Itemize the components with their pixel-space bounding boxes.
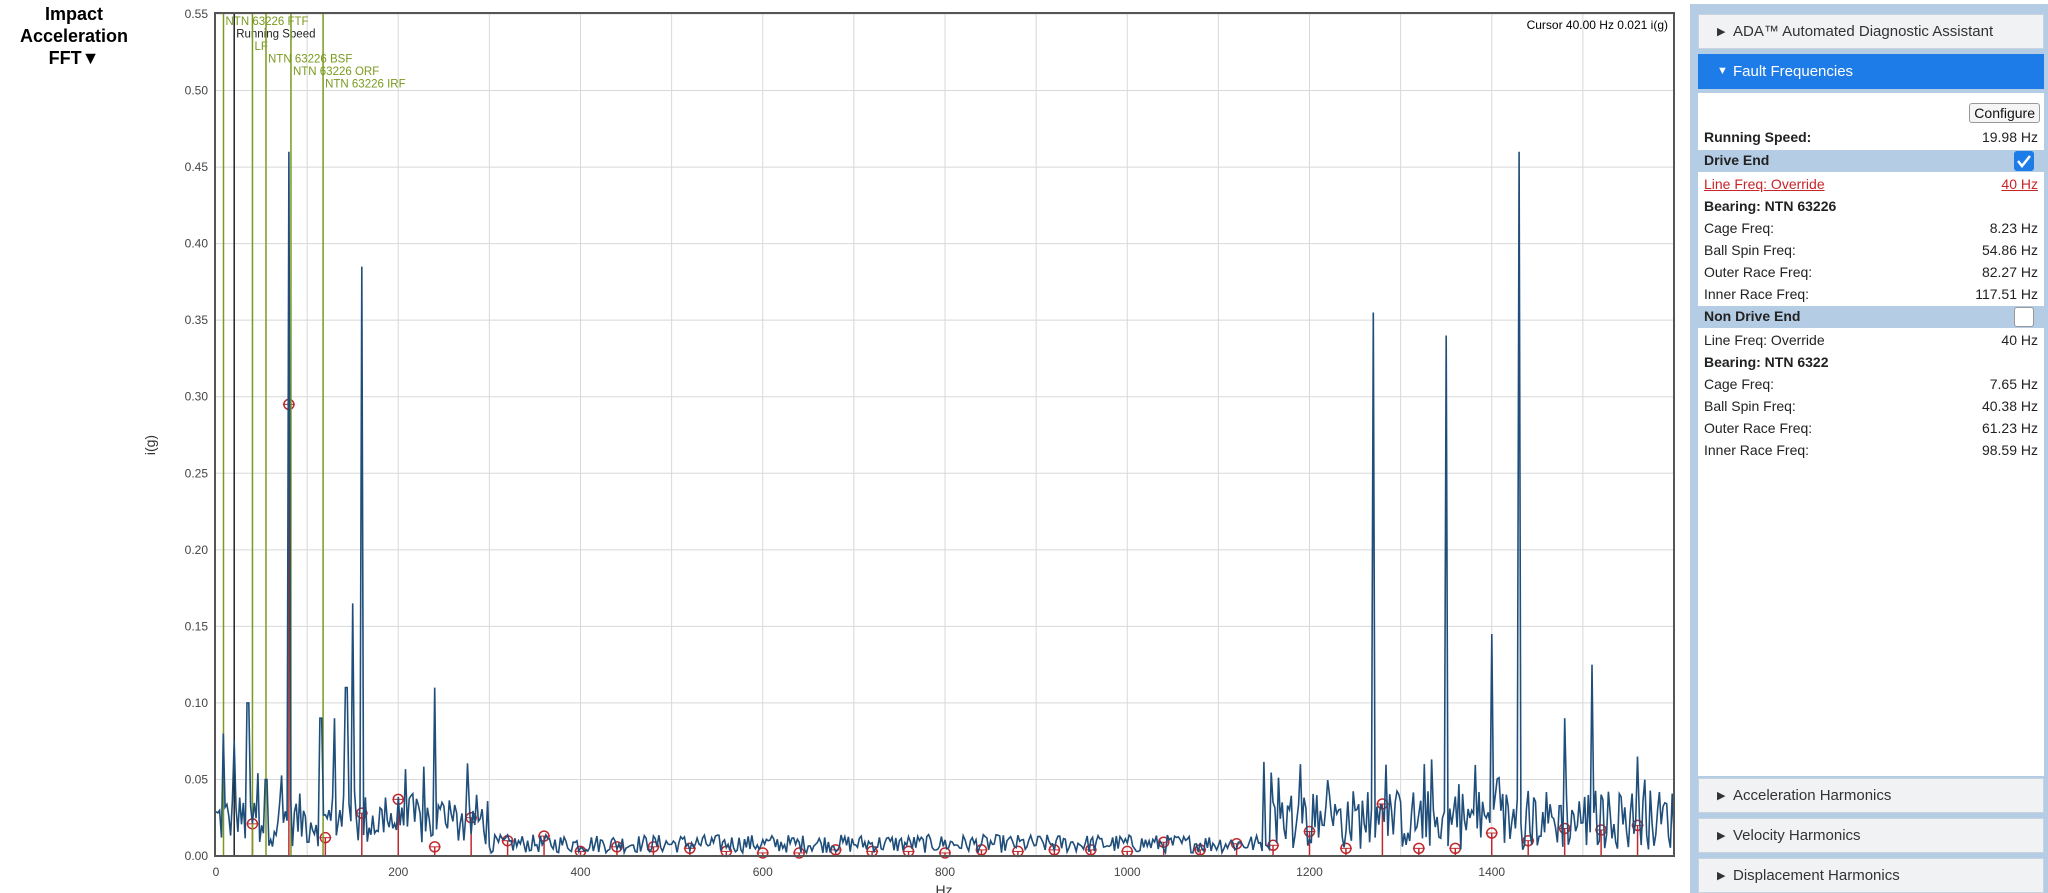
non-drive-end-checkbox[interactable]: [2014, 307, 2034, 327]
ada-accordion[interactable]: ▶ ADA™ Automated Diagnostic Assistant: [1698, 14, 2044, 49]
nde-freq-label: Outer Race Freq:: [1704, 420, 1813, 436]
fault-line-label: NTN 63226 FTF: [225, 16, 308, 28]
drive-end-bearing-label: Bearing: NTN 63226: [1704, 198, 1837, 214]
nde-freq-row: Ball Spin Freq: 40.38 Hz: [1698, 396, 2044, 416]
nde-freq-value: 7.65 Hz: [1989, 376, 2038, 392]
fft-chart[interactable]: 0.00 0.05 0.10 0.15 0.20 0.25 0.30 0.35 0.40 0.45…: [0, 0, 1688, 893]
y-tick-label: 0.00: [185, 849, 209, 863]
side-panel: ▶ ADA™ Automated Diagnostic Assistant ▼ …: [1690, 4, 2048, 893]
velocity-harmonics-accordion[interactable]: ▶ Velocity Harmonics: [1698, 818, 2044, 853]
nde-freq-value: 61.23 Hz: [1981, 420, 2038, 436]
caret-right-icon: ▶: [1717, 870, 1726, 882]
y-tick-label: 0.20: [185, 543, 209, 557]
fault-frequencies-accordion[interactable]: ▼ Fault Frequencies: [1698, 54, 2044, 89]
non-drive-end-bearing-row: Bearing: NTN 6322: [1698, 352, 2044, 372]
x-tick-label: 600: [753, 865, 773, 879]
y-tick-label: 0.40: [185, 237, 209, 251]
displacement-harmonics-label: Displacement Harmonics: [1733, 867, 1900, 884]
nde-freq-row: Cage Freq: 7.65 Hz: [1698, 374, 2044, 394]
de-freq-label: Inner Race Freq:: [1704, 286, 1810, 302]
nde-line-freq-value: 40 Hz: [2001, 332, 2038, 348]
fault-lines-layer: NTN 63226 FTFRunning SpeedLFNTN 63226 BS…: [222, 14, 406, 856]
drive-end-line-freq-label[interactable]: Line Freq: Override: [1704, 176, 1825, 192]
nde-freq-label: Cage Freq:: [1704, 376, 1775, 392]
y-tick-label: 0.10: [185, 696, 209, 710]
x-tick-label: 1200: [1296, 865, 1323, 879]
drive-end-label: Drive End: [1704, 152, 1770, 168]
running-speed-label: Running Speed:: [1704, 129, 1812, 145]
y-tick-label: 0.45: [185, 160, 209, 174]
y-tick-label: 0.25: [185, 466, 209, 480]
fault-line-label: NTN 63226 BSF: [268, 54, 352, 66]
nde-freq-row: Inner Race Freq: 98.59 Hz: [1698, 440, 2044, 460]
x-tick-label: 800: [935, 865, 955, 879]
de-freq-label: Ball Spin Freq:: [1704, 242, 1796, 258]
y-tick-label: 0.15: [185, 619, 209, 633]
de-freq-value: 117.51 Hz: [1975, 286, 2038, 302]
x-tick-label: 0: [213, 865, 220, 879]
x-tick-label: 1000: [1114, 865, 1141, 879]
displacement-harmonics-accordion[interactable]: ▶ Displacement Harmonics: [1698, 858, 2044, 893]
fault-frequencies-label: Fault Frequencies: [1733, 63, 1854, 80]
caret-right-icon: ▶: [1717, 26, 1726, 38]
running-speed-value: 19.98 Hz: [1981, 129, 2038, 145]
y-tick-labels: 0.00 0.05 0.10 0.15 0.20 0.25 0.30 0.35 0.40 0.45…: [185, 7, 209, 863]
de-freq-row: Ball Spin Freq: 54.86 Hz: [1698, 240, 2044, 260]
x-axis-label: Hz: [935, 882, 952, 893]
running-speed-row: Running Speed: 19.98 Hz: [1698, 127, 2044, 147]
de-freq-row: Inner Race Freq: 117.51 Hz: [1698, 284, 2044, 304]
de-freq-label: Cage Freq:: [1704, 220, 1775, 236]
configure-button[interactable]: Configure: [1969, 103, 2040, 123]
ada-label: ADA™ Automated Diagnostic Assistant: [1733, 23, 1994, 40]
acceleration-harmonics-label: Acceleration Harmonics: [1733, 787, 1892, 804]
nde-line-freq-label: Line Freq: Override: [1704, 332, 1825, 348]
de-freq-value: 54.86 Hz: [1981, 242, 2038, 258]
x-tick-label: 200: [388, 865, 408, 879]
caret-right-icon: ▶: [1717, 790, 1726, 802]
non-drive-end-label: Non Drive End: [1704, 308, 1801, 324]
caret-right-icon: ▶: [1717, 830, 1726, 842]
non-drive-end-line-freq-row: Line Freq: Override 40 Hz: [1698, 330, 2044, 350]
de-freq-label: Outer Race Freq:: [1704, 264, 1813, 280]
y-tick-label: 0.50: [185, 84, 209, 98]
nde-freq-value: 40.38 Hz: [1981, 398, 2038, 414]
acceleration-harmonics-accordion[interactable]: ▶ Acceleration Harmonics: [1698, 778, 2044, 813]
y-tick-label: 0.30: [185, 390, 209, 404]
cursor-readout: Cursor 40.00 Hz 0.021 i(g): [1527, 18, 1668, 32]
y-tick-label: 0.05: [185, 772, 209, 786]
drive-end-line-freq-row[interactable]: Line Freq: Override 40 Hz: [1698, 174, 2044, 194]
checkmark-icon: [2017, 155, 2031, 169]
fault-frequencies-body: Configure Running Speed: 19.98 Hz Drive …: [1698, 93, 2044, 776]
non-drive-end-header: Non Drive End: [1698, 306, 2044, 328]
velocity-harmonics-label: Velocity Harmonics: [1733, 827, 1861, 844]
y-axis-label: i(g): [142, 435, 158, 455]
de-freq-value: 82.27 Hz: [1981, 264, 2038, 280]
x-tick-label: 1400: [1478, 865, 1505, 879]
de-freq-row: Cage Freq: 8.23 Hz: [1698, 218, 2044, 238]
drive-end-bearing-row: Bearing: NTN 63226: [1698, 196, 2044, 216]
nde-freq-label: Ball Spin Freq:: [1704, 398, 1796, 414]
nde-freq-label: Inner Race Freq:: [1704, 442, 1810, 458]
x-tick-labels: 0 200 400 600 800 1000 1200 1400: [213, 865, 1506, 879]
fault-line-label: NTN 63226 IRF: [325, 79, 406, 91]
fault-line-label: Running Speed: [236, 29, 315, 41]
de-freq-row: Outer Race Freq: 82.27 Hz: [1698, 262, 2044, 282]
fault-line-label: NTN 63226 ORF: [293, 66, 379, 78]
de-freq-value: 8.23 Hz: [1989, 220, 2038, 236]
x-tick-label: 400: [570, 865, 590, 879]
caret-down-icon: ▼: [1717, 65, 1728, 77]
nde-freq-value: 98.59 Hz: [1981, 442, 2038, 458]
nde-freq-row: Outer Race Freq: 61.23 Hz: [1698, 418, 2044, 438]
nde-bearing-label: Bearing: NTN 6322: [1704, 354, 1829, 370]
y-tick-label: 0.35: [185, 313, 209, 327]
drive-end-line-freq-value[interactable]: 40 Hz: [2001, 176, 2038, 192]
y-tick-label: 0.55: [185, 7, 209, 21]
drive-end-checkbox[interactable]: [2014, 151, 2034, 171]
drive-end-header: Drive End: [1698, 150, 2044, 172]
